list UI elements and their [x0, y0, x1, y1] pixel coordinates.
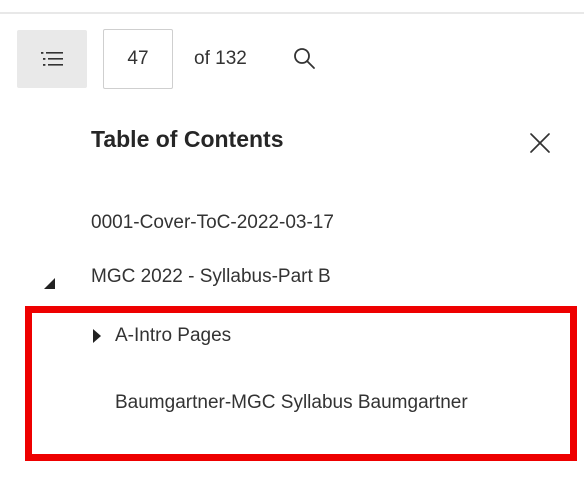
search-icon — [294, 48, 315, 69]
search-button[interactable] — [290, 44, 318, 72]
toc-header: Table of Contents — [0, 110, 584, 176]
toc-item-baumgartner[interactable]: Baumgartner-MGC Syllabus Baumgartner — [115, 384, 495, 421]
close-icon — [530, 133, 550, 153]
expanded-triangle-icon[interactable] — [44, 278, 55, 289]
page-number-input[interactable] — [103, 29, 173, 89]
toc-item-syllabus-part-b[interactable]: MGC 2022 - Syllabus-Part B — [91, 262, 331, 292]
toolbar: of 132 — [0, 14, 584, 102]
toc-item-intro-pages[interactable]: A-Intro Pages — [115, 321, 231, 351]
page-total-label: of 132 — [194, 48, 247, 69]
close-button[interactable] — [527, 130, 553, 156]
toc-item-cover[interactable]: 0001-Cover-ToC-2022-03-17 — [91, 208, 334, 238]
toc-toggle-button[interactable] — [17, 30, 87, 88]
list-icon — [41, 52, 63, 66]
collapsed-triangle-icon[interactable] — [93, 329, 101, 343]
toc-title: Table of Contents — [91, 126, 284, 152]
